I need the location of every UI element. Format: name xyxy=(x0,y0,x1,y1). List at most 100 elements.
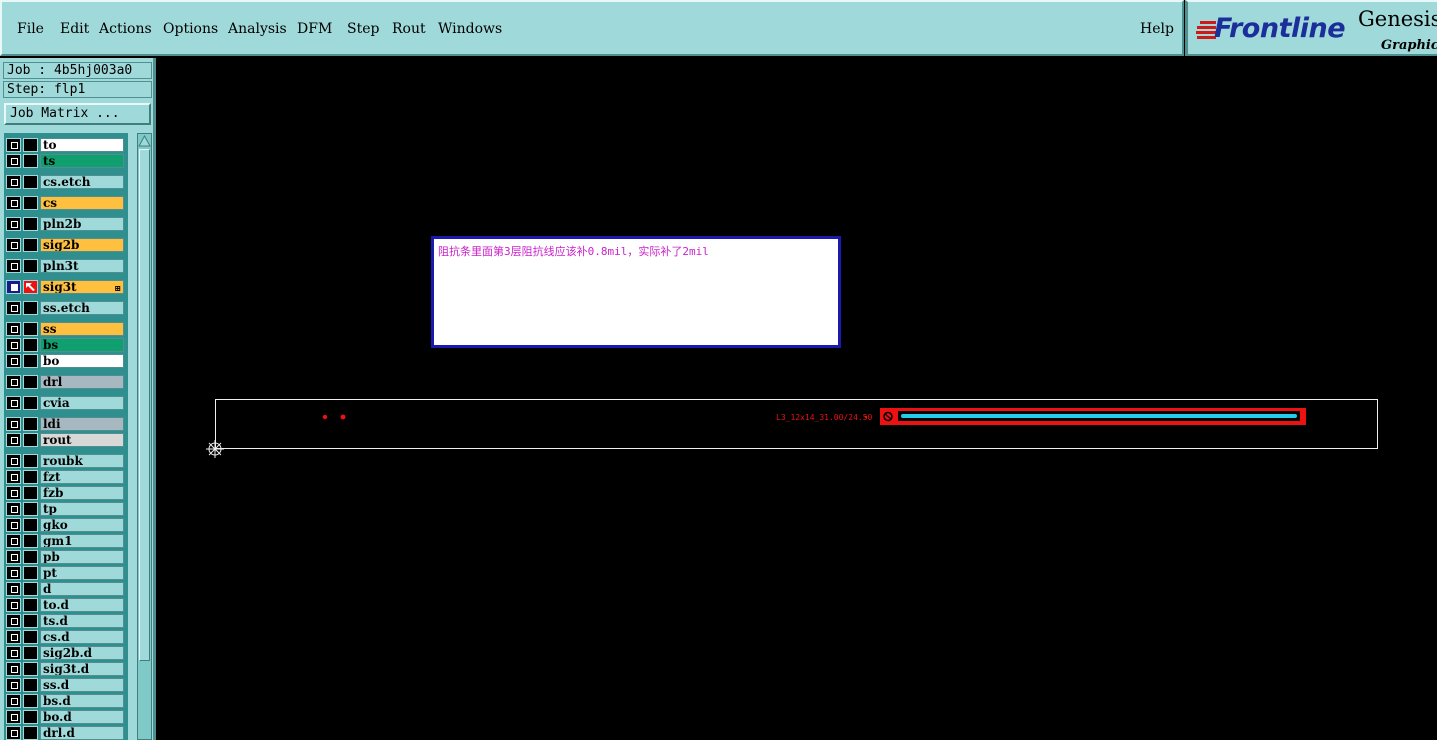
layer-row[interactable]: sig3t.d xyxy=(4,661,128,677)
layer-name[interactable]: roubk xyxy=(40,454,124,468)
layer-row[interactable]: drl.d xyxy=(4,725,128,740)
layer-affected-checkbox[interactable] xyxy=(6,614,21,628)
layer-row[interactable]: gm1 xyxy=(4,533,128,549)
layer-affected-checkbox[interactable] xyxy=(6,454,21,468)
layer-name[interactable]: ldi xyxy=(40,417,124,431)
layer-affected-checkbox[interactable] xyxy=(6,238,21,252)
layer-name[interactable]: drl.d xyxy=(40,726,124,740)
layer-row[interactable]: tp xyxy=(4,501,128,517)
layer-display-toggle[interactable] xyxy=(23,598,38,612)
layer-affected-checkbox[interactable] xyxy=(6,486,21,500)
layer-name[interactable]: bs.d xyxy=(40,694,124,708)
layer-name[interactable]: tp xyxy=(40,502,124,516)
layer-affected-checkbox[interactable] xyxy=(6,470,21,484)
layer-display-toggle[interactable] xyxy=(23,338,38,352)
layer-affected-checkbox[interactable] xyxy=(6,280,21,294)
layer-name[interactable]: gm1 xyxy=(40,534,124,548)
layer-display-toggle[interactable] xyxy=(23,534,38,548)
layer-display-toggle[interactable] xyxy=(23,550,38,564)
layer-list-scrollbar[interactable] xyxy=(137,133,152,740)
layer-row[interactable]: d xyxy=(4,581,128,597)
layer-row[interactable]: ts.d xyxy=(4,613,128,629)
layer-display-toggle[interactable] xyxy=(23,417,38,431)
layer-affected-checkbox[interactable] xyxy=(6,322,21,336)
layer-display-toggle[interactable] xyxy=(23,322,38,336)
layer-display-toggle[interactable] xyxy=(23,678,38,692)
layer-affected-checkbox[interactable] xyxy=(6,534,21,548)
layer-name[interactable]: sig2b.d xyxy=(40,646,124,660)
layer-affected-checkbox[interactable] xyxy=(6,678,21,692)
layer-affected-checkbox[interactable] xyxy=(6,338,21,352)
layer-row[interactable]: ts xyxy=(4,153,128,169)
layer-display-toggle[interactable] xyxy=(23,486,38,500)
work-layer-arrow-icon[interactable] xyxy=(23,280,38,294)
layer-display-toggle[interactable] xyxy=(23,710,38,724)
layer-name[interactable]: fzt xyxy=(40,470,124,484)
layer-display-toggle[interactable] xyxy=(23,694,38,708)
layer-display-toggle[interactable] xyxy=(23,196,38,210)
layer-display-toggle[interactable] xyxy=(23,259,38,273)
layer-name[interactable]: pln2b xyxy=(40,217,124,231)
layer-affected-checkbox[interactable] xyxy=(6,396,21,410)
layer-name[interactable]: rout xyxy=(40,433,124,447)
scroll-up-arrow-icon[interactable] xyxy=(138,134,151,148)
layer-affected-checkbox[interactable] xyxy=(6,726,21,740)
layer-row[interactable]: rout xyxy=(4,432,128,448)
layer-name[interactable]: ts xyxy=(40,154,124,168)
layer-display-toggle[interactable] xyxy=(23,646,38,660)
job-matrix-button[interactable]: Job Matrix ... xyxy=(4,103,151,125)
layer-name[interactable]: fzb xyxy=(40,486,124,500)
layer-affected-checkbox[interactable] xyxy=(6,433,21,447)
layer-row[interactable]: cs.etch xyxy=(4,174,128,190)
menu-windows[interactable]: Windows xyxy=(438,21,502,37)
layer-display-toggle[interactable] xyxy=(23,217,38,231)
layer-affected-checkbox[interactable] xyxy=(6,259,21,273)
layer-affected-checkbox[interactable] xyxy=(6,138,21,152)
layer-display-toggle[interactable] xyxy=(23,502,38,516)
layer-row[interactable]: cvia xyxy=(4,395,128,411)
layer-display-toggle[interactable] xyxy=(23,630,38,644)
layer-display-toggle[interactable] xyxy=(23,238,38,252)
layer-row[interactable]: pln3t xyxy=(4,258,128,274)
layer-display-toggle[interactable] xyxy=(23,454,38,468)
layer-name[interactable]: drl xyxy=(40,375,124,389)
layer-row[interactable]: sig2b xyxy=(4,237,128,253)
layer-row[interactable]: ss.d xyxy=(4,677,128,693)
layer-affected-checkbox[interactable] xyxy=(6,301,21,315)
layer-affected-checkbox[interactable] xyxy=(6,217,21,231)
menu-file[interactable]: File xyxy=(17,21,44,37)
menu-options[interactable]: Options xyxy=(163,21,218,37)
layer-row[interactable]: bs xyxy=(4,337,128,353)
layer-affected-checkbox[interactable] xyxy=(6,582,21,596)
layer-display-toggle[interactable] xyxy=(23,301,38,315)
layer-name[interactable]: pln3t xyxy=(40,259,124,273)
layer-display-toggle[interactable] xyxy=(23,726,38,740)
layer-row[interactable]: pt xyxy=(4,565,128,581)
layer-row[interactable]: to xyxy=(4,137,128,153)
layer-affected-checkbox[interactable] xyxy=(6,550,21,564)
layer-display-toggle[interactable] xyxy=(23,433,38,447)
layer-row[interactable]: to.d xyxy=(4,597,128,613)
layer-name[interactable]: sig3t.d xyxy=(40,662,124,676)
layer-name[interactable]: cvia xyxy=(40,396,124,410)
scroll-thumb[interactable] xyxy=(139,149,150,661)
layer-row[interactable]: gko xyxy=(4,517,128,533)
layer-name[interactable]: d xyxy=(40,582,124,596)
layer-name[interactable]: sig3t ⊞ xyxy=(40,280,124,294)
layer-affected-checkbox[interactable] xyxy=(6,646,21,660)
layer-display-toggle[interactable] xyxy=(23,470,38,484)
layer-row[interactable]: ss xyxy=(4,321,128,337)
menu-edit[interactable]: Edit xyxy=(60,21,89,37)
layer-affected-checkbox[interactable] xyxy=(6,566,21,580)
layer-affected-checkbox[interactable] xyxy=(6,175,21,189)
layer-display-toggle[interactable] xyxy=(23,518,38,532)
layer-row[interactable]: roubk xyxy=(4,453,128,469)
layer-row[interactable]: drl xyxy=(4,374,128,390)
layer-name[interactable]: sig2b xyxy=(40,238,124,252)
layer-display-toggle[interactable] xyxy=(23,375,38,389)
layer-name[interactable]: to.d xyxy=(40,598,124,612)
menu-help[interactable]: Help xyxy=(1140,21,1174,37)
layer-name[interactable]: cs xyxy=(40,196,124,210)
layer-affected-checkbox[interactable] xyxy=(6,630,21,644)
layer-affected-checkbox[interactable] xyxy=(6,710,21,724)
